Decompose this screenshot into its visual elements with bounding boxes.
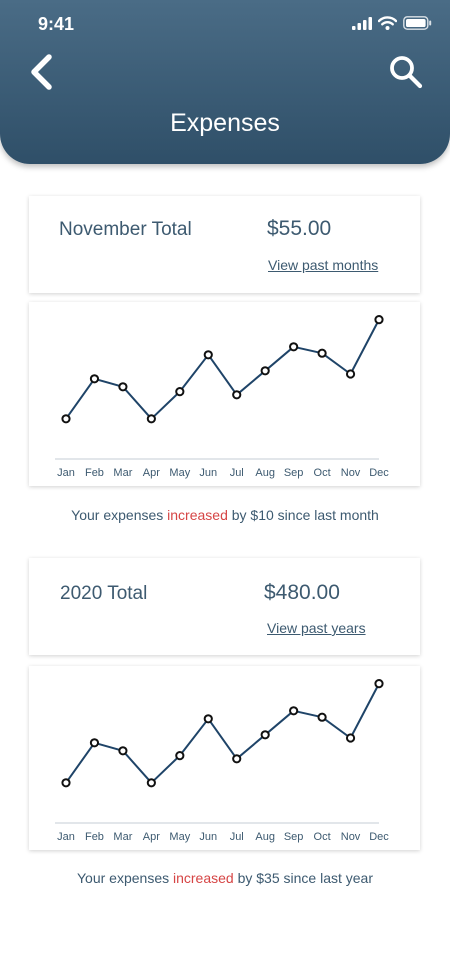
data-point-nov bbox=[345, 369, 356, 379]
monthly-total-label: November Total bbox=[59, 219, 192, 240]
x-tick-label: Sep bbox=[284, 831, 304, 843]
x-tick-label: Oct bbox=[314, 467, 331, 479]
data-point-jun bbox=[203, 350, 213, 360]
yearly-total-amount: $480.00 bbox=[264, 581, 340, 604]
x-tick-label: Jan bbox=[57, 467, 75, 479]
yearly-total-card: 2020 Total $480.00 View past years bbox=[29, 558, 420, 655]
monthly-summary-prefix: Your expenses bbox=[71, 507, 168, 523]
data-point-mar bbox=[118, 746, 128, 756]
yearly-summary: Your expenses increased by $35 since las… bbox=[0, 870, 450, 886]
view-past-years-link[interactable]: View past years bbox=[267, 620, 366, 636]
monthly-summary: Your expenses increased by $10 since las… bbox=[0, 507, 450, 523]
battery-icon bbox=[403, 16, 432, 30]
x-tick-label: Jan bbox=[57, 831, 75, 843]
x-tick-label: Feb bbox=[85, 831, 104, 843]
data-point-jul bbox=[232, 754, 242, 764]
yearly-summary-highlight: increased bbox=[173, 870, 234, 886]
data-point-aug bbox=[260, 366, 270, 376]
x-tick-label: Mar bbox=[113, 831, 132, 843]
view-past-months-link[interactable]: View past months bbox=[268, 257, 378, 273]
yearly-summary-suffix: by $35 since last year bbox=[233, 870, 373, 886]
app-header: 9:41 Expenses bbox=[0, 0, 450, 164]
wifi-icon bbox=[378, 16, 397, 30]
yearly-expenses-chart: Jan Feb Mar Apr May Jun Jul Aug Sep Oct Nov Dec bbox=[55, 679, 389, 843]
data-point-sep bbox=[289, 342, 299, 352]
x-tick-label: Jun bbox=[199, 467, 217, 479]
x-tick-label: Feb bbox=[85, 467, 104, 479]
data-point-sep bbox=[289, 706, 299, 716]
x-tick-label: Aug bbox=[255, 831, 275, 843]
data-point-jan bbox=[61, 414, 71, 424]
monthly-total-amount: $55.00 bbox=[267, 217, 332, 240]
x-tick-label: Sep bbox=[284, 467, 304, 479]
x-tick-label: Dec bbox=[369, 831, 389, 843]
yearly-chart-card: Jan Feb Mar Apr May Jun Jul Aug Sep Oct Nov Dec bbox=[29, 666, 420, 850]
series-line bbox=[65, 319, 380, 420]
data-point-nov bbox=[345, 733, 356, 743]
x-tick-label: Apr bbox=[143, 831, 160, 843]
chevron-left-icon bbox=[31, 54, 52, 90]
back-button[interactable] bbox=[28, 52, 58, 92]
data-point-oct bbox=[317, 712, 327, 722]
data-point-jan bbox=[61, 778, 71, 788]
monthly-summary-suffix: by $10 since last month bbox=[227, 507, 379, 523]
data-point-may bbox=[175, 387, 185, 397]
monthly-expenses-chart: Jan Feb Mar Apr May Jun Jul Aug Sep Oct Nov Dec bbox=[55, 315, 389, 479]
monthly-total-card: November Total $55.00 View past months bbox=[29, 196, 420, 293]
data-point-feb bbox=[89, 374, 100, 384]
x-tick-label: May bbox=[169, 467, 190, 479]
x-tick-label: Jun bbox=[199, 831, 217, 843]
monthly-chart-card: Jan Feb Mar Apr May Jun Jul Aug Sep Oct Nov Dec bbox=[29, 302, 420, 486]
data-point-dec bbox=[374, 679, 384, 689]
x-tick-label: Apr bbox=[143, 467, 160, 479]
monthly-summary-highlight: increased bbox=[167, 507, 228, 523]
status-icons bbox=[352, 16, 432, 30]
data-point-dec bbox=[374, 315, 384, 325]
x-tick-label: Nov bbox=[341, 831, 361, 843]
data-point-mar bbox=[118, 382, 128, 392]
page-title: Expenses bbox=[170, 109, 280, 137]
search-icon bbox=[390, 56, 423, 89]
signal-icon bbox=[352, 16, 372, 30]
yearly-total-label: 2020 Total bbox=[60, 583, 148, 604]
x-tick-label: Aug bbox=[255, 467, 275, 479]
x-tick-label: Jul bbox=[230, 467, 244, 479]
yearly-summary-prefix: Your expenses bbox=[77, 870, 173, 886]
x-tick-label: Dec bbox=[369, 467, 389, 479]
data-point-feb bbox=[89, 738, 100, 748]
x-tick-label: Jul bbox=[230, 831, 244, 843]
data-point-oct bbox=[317, 348, 327, 358]
data-point-jun bbox=[203, 714, 213, 724]
series-line bbox=[65, 683, 380, 784]
x-tick-label: Nov bbox=[341, 467, 361, 479]
x-tick-label: Mar bbox=[113, 467, 132, 479]
data-point-jul bbox=[232, 390, 242, 400]
data-point-apr bbox=[146, 778, 156, 788]
x-tick-label: Oct bbox=[314, 831, 331, 843]
x-tick-label: May bbox=[169, 831, 190, 843]
status-time: 9:41 bbox=[38, 14, 75, 34]
data-point-may bbox=[175, 751, 185, 761]
search-button[interactable] bbox=[388, 54, 424, 90]
data-point-apr bbox=[146, 414, 156, 424]
data-point-aug bbox=[260, 730, 270, 740]
